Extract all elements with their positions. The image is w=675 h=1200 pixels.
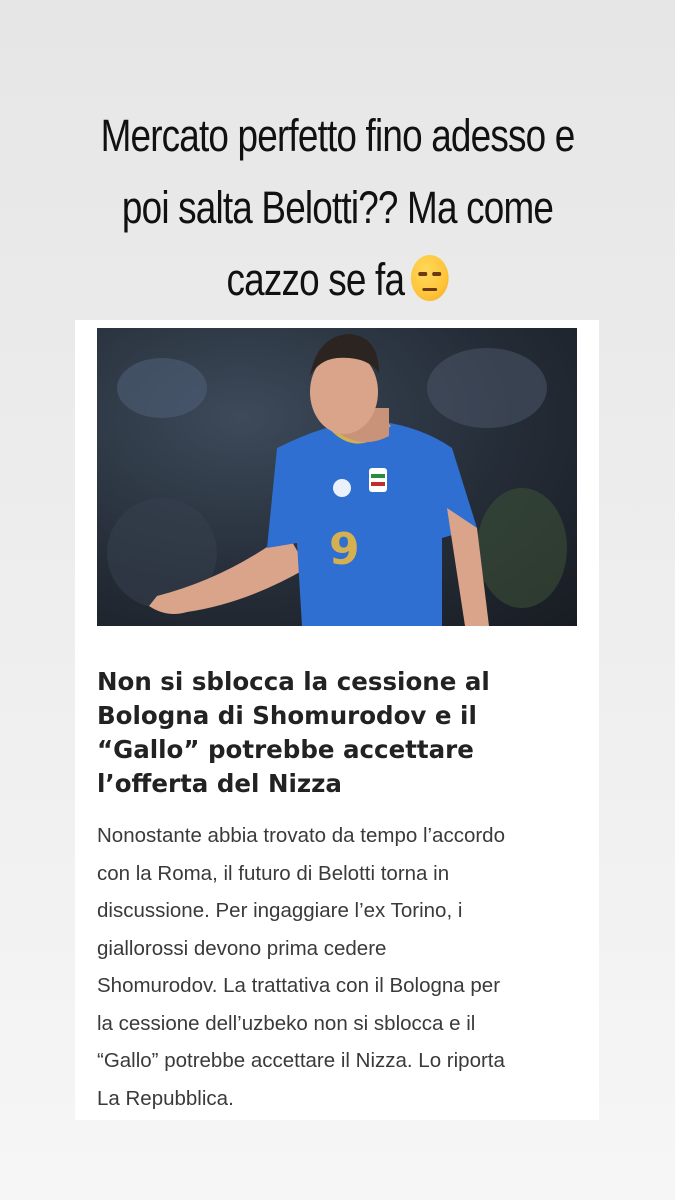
body-line: discussione. Per ingaggiare l’ex Torino,… — [97, 899, 463, 922]
article-card[interactable]: 9 Non si sblocca la cessione al Bologna … — [75, 320, 599, 1120]
body-line: Shomurodov. La trattativa con il Bologna… — [97, 974, 501, 997]
unamused-face-icon — [410, 255, 449, 301]
body-line: la cessione dell’uzbeko non si sblocca e… — [97, 1011, 476, 1035]
headline-line: l’offerta del Nizza — [97, 769, 342, 798]
body-line: giallorossi devono prima cedere — [97, 936, 387, 960]
caption-line: Mercato perfetto fino adesso e — [100, 110, 576, 161]
player-illustration: 9 — [149, 334, 489, 626]
story-caption: Mercato perfetto fino adesso e poi salta… — [61, 100, 615, 316]
headline-line: “Gallo” potrebbe accettare — [97, 735, 474, 764]
body-line: con la Roma, il futuro di Belotti torna … — [97, 861, 450, 885]
headline-line: Non si sblocca la cessione al — [97, 667, 490, 696]
caption-line-with-emoji: cazzo se fa — [61, 244, 615, 316]
body-line: Nonostante abbia trovato da tempo l’acco… — [97, 824, 505, 847]
caption-line-text: cazzo se fa — [226, 254, 405, 305]
body-line: “Gallo” potrebbe accettare il Nizza. Lo … — [97, 1049, 505, 1072]
caption-line: poi salta Belotti?? Ma come — [121, 182, 554, 233]
article-headline[interactable]: Non si sblocca la cessione al Bologna di… — [97, 665, 577, 801]
headline-line: Bologna di Shomurodov e il — [97, 701, 477, 730]
body-line: La Repubblica. — [97, 1086, 234, 1110]
article-body: Nonostante abbia trovato da tempo l’acco… — [97, 817, 582, 1117]
jersey-number: 9 — [329, 524, 360, 575]
article-photo[interactable]: 9 — [97, 328, 577, 626]
